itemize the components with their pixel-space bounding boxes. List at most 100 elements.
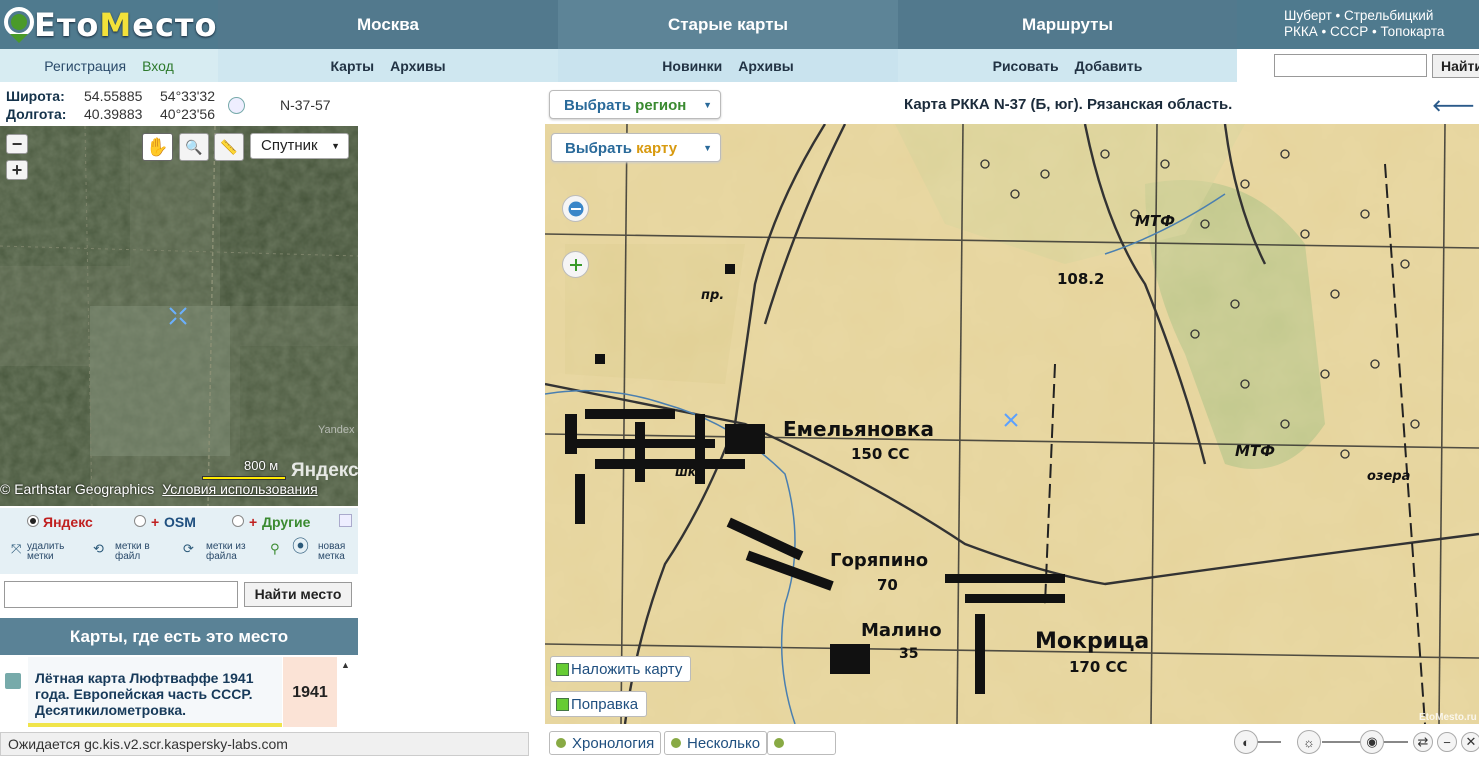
scroll-up-icon[interactable]: ▲ xyxy=(341,660,350,670)
layer-prefix-osm: + xyxy=(151,514,160,530)
minus-icon xyxy=(568,201,583,216)
brightness-slider-track[interactable] xyxy=(1322,741,1360,743)
label-ozera: озера xyxy=(1367,469,1410,484)
latitude-dms: 54°33'32 xyxy=(160,88,215,104)
map-zoom-in-button[interactable] xyxy=(562,251,589,278)
select-map-button[interactable]: Выбрать карту xyxy=(551,133,721,162)
map-item-icon xyxy=(5,673,21,689)
subnav-moscow: Карты Архивы xyxy=(218,49,558,82)
register-link[interactable]: Регистрация xyxy=(44,58,126,74)
sat-zoom-out-button[interactable]: − xyxy=(6,134,28,154)
layer-label-yandex[interactable]: Яндекс xyxy=(43,514,93,530)
label-shk: шк. xyxy=(675,465,700,479)
compass-icon[interactable] xyxy=(228,97,245,114)
brightness-icon[interactable]: ☼ xyxy=(1297,730,1321,754)
site-search-input[interactable] xyxy=(1274,54,1427,77)
label-emelyanovka: Емельяновка xyxy=(783,417,934,441)
header-links-line2[interactable]: РККА • СССР • Топокарта xyxy=(1284,24,1479,40)
contrast-icon[interactable]: ◐ xyxy=(1234,730,1258,754)
latitude-decimal: 54.55885 xyxy=(84,88,143,104)
label-height-108: 108.2 xyxy=(1057,270,1104,288)
logo-text: ЕтоМесто xyxy=(34,5,218,44)
place-search-input[interactable] xyxy=(4,581,238,608)
delete-markers-icon: ⤧ xyxy=(11,541,22,556)
zoom-slider-track[interactable] xyxy=(1384,741,1408,743)
ruler-icon[interactable]: 📏 xyxy=(214,133,244,161)
plus-icon xyxy=(569,258,582,271)
longitude-decimal: 40.39883 xyxy=(84,106,143,122)
export-icon: ⟲ xyxy=(93,541,104,556)
archives-link-2[interactable]: Архивы xyxy=(738,58,793,74)
label-goryapino-num: 70 xyxy=(877,576,898,594)
site-search-button[interactable]: Найти xyxy=(1432,54,1479,78)
zoom-area-icon[interactable]: 🔍 xyxy=(179,133,209,161)
chronology-button[interactable]: Хронология xyxy=(549,731,662,755)
markers-from-file-tool[interactable]: ⟳ метки из файла xyxy=(183,542,246,562)
overlay-map-button[interactable]: Наложить карту xyxy=(550,656,692,682)
header-links[interactable]: Шуберт • Стрельбицкий РККА • СССР • Топо… xyxy=(1237,0,1479,49)
markers-to-file-tool[interactable]: ⟲ метки в файл xyxy=(93,542,150,562)
nav-routes[interactable]: Маршруты xyxy=(898,0,1237,49)
extra-button[interactable] xyxy=(767,731,836,755)
sat-zoom-in-button[interactable]: + xyxy=(6,160,28,180)
expand-icon[interactable] xyxy=(339,514,352,527)
map-item-title[interactable]: Лётная карта Люфтваффе 1941 года. Европе… xyxy=(28,657,282,727)
map-title: Карта РККА N-37 (Б, юг). Рязанская облас… xyxy=(904,96,1233,113)
swap-icon[interactable]: ⇄ xyxy=(1413,732,1433,752)
yandex-watermark-small: Yandex xyxy=(318,424,355,436)
maps-link[interactable]: Карты xyxy=(330,58,374,74)
header-links-line1[interactable]: Шуберт • Стрельбицкий xyxy=(1284,8,1479,24)
archives-link[interactable]: Архивы xyxy=(390,58,445,74)
find-place-button[interactable]: Найти место xyxy=(244,582,352,607)
layer-radio-other[interactable] xyxy=(232,515,244,527)
label-emelyanovka-num: 150 СС xyxy=(851,445,910,463)
new-link[interactable]: Новинки xyxy=(662,58,722,74)
import-icon: ⟳ xyxy=(183,541,194,556)
layer-label-osm[interactable]: OSM xyxy=(164,514,196,530)
new-marker-icon: ⚲ xyxy=(270,541,280,556)
sat-layer-select[interactable]: Спутник xyxy=(250,133,349,159)
minus-small-icon[interactable]: − xyxy=(1437,732,1457,752)
map-list-item[interactable]: Лётная карта Люфтваффе 1941 года. Европе… xyxy=(0,657,340,727)
globe-icon[interactable]: ◉ xyxy=(1360,730,1384,754)
select-region-button[interactable]: Выбрать регион xyxy=(549,90,721,119)
site-logo[interactable]: ЕтоМесто xyxy=(0,0,218,49)
old-topo-map[interactable]: Емельяновка 150 СС Горяпино 70 Малино 35… xyxy=(545,124,1479,724)
terms-link[interactable]: Условия использования xyxy=(162,481,317,497)
login-link[interactable]: Вход xyxy=(142,58,174,74)
close-icon[interactable]: ✕ xyxy=(1461,732,1479,752)
new-marker-tool[interactable]: ⚲ ⦿ новая метка xyxy=(270,538,345,562)
sat-copyright: © Earthstar Geographics Условия использов… xyxy=(0,481,318,497)
opacity-slider-track[interactable] xyxy=(1257,741,1281,743)
label-malino-num: 35 xyxy=(899,646,918,662)
map-scale: 800 м xyxy=(202,458,286,480)
delete-markers-tool[interactable]: ⤧ удалить метки xyxy=(11,542,64,562)
layer-radio-yandex[interactable] xyxy=(27,515,39,527)
map-item-year: 1941 xyxy=(283,657,337,727)
subnav-routes: Рисовать Добавить xyxy=(898,49,1237,82)
topo-map-drawing: Емельяновка 150 СС Горяпино 70 Малино 35… xyxy=(545,124,1479,724)
nav-moscow[interactable]: Москва xyxy=(218,0,558,49)
hand-tool-icon[interactable]: ✋ xyxy=(142,133,173,161)
label-mokritsa: Мокрица xyxy=(1035,629,1149,654)
map-zoom-out-button[interactable] xyxy=(562,195,589,222)
auth-links: Регистрация Вход xyxy=(0,49,218,82)
label-mtf-2: МТФ xyxy=(1235,442,1275,460)
marker-tools: ⤧ удалить метки ⟲ метки в файл ⟳ метки из файл… xyxy=(0,536,358,574)
label-malino: Малино xyxy=(861,620,942,641)
subnav-old-maps: Новинки Архивы xyxy=(558,49,898,82)
correction-button[interactable]: Поправка xyxy=(550,691,648,717)
add-link[interactable]: Добавить xyxy=(1075,58,1143,74)
layer-switcher: Яндекс + OSM + Другие xyxy=(0,508,358,536)
layer-radio-osm[interactable] xyxy=(134,515,146,527)
nav-old-maps[interactable]: Старые карты xyxy=(558,0,898,49)
several-button[interactable]: Несколько xyxy=(664,731,768,755)
maps-list-header: Карты, где есть это место xyxy=(0,618,358,655)
draw-link[interactable]: Рисовать xyxy=(993,58,1059,74)
satellite-map[interactable]: − + ✋ 🔍 📏 xyxy=(0,126,358,506)
layer-label-other[interactable]: Другие xyxy=(262,514,310,530)
center-crosshair-icon xyxy=(169,307,187,325)
longitude-dms: 40°23'56 xyxy=(160,106,215,122)
prev-map-link[interactable]: 🡐 193 xyxy=(1432,95,1479,116)
label-pr: пр. xyxy=(701,288,724,303)
